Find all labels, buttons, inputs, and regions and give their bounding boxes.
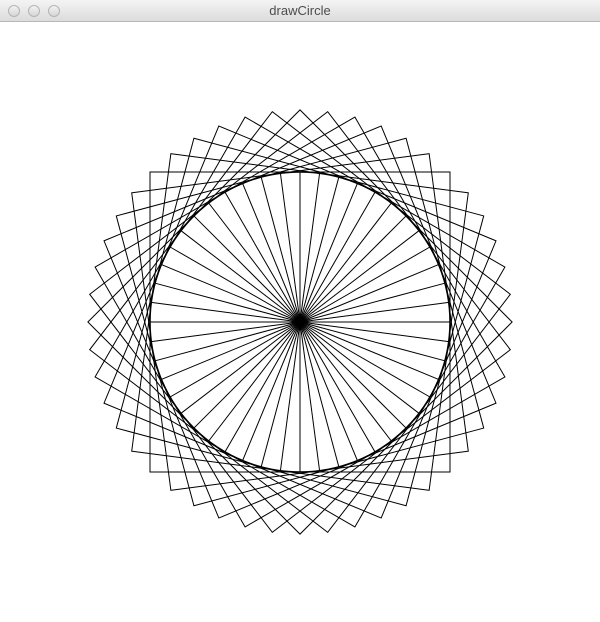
radial-line	[299, 321, 446, 362]
radial-line	[299, 321, 407, 429]
radial-line	[193, 215, 301, 323]
radial-line	[154, 321, 301, 362]
radial-line	[299, 321, 358, 461]
radial-line	[299, 282, 446, 323]
radial-line	[299, 264, 439, 323]
app-window: drawCircle	[0, 0, 600, 622]
radial-line	[299, 191, 376, 323]
drawing-canvas	[0, 22, 600, 622]
radial-line	[242, 321, 301, 461]
radial-line	[154, 282, 301, 323]
radial-line	[169, 246, 301, 323]
radial-line	[260, 321, 301, 468]
radial-line	[299, 321, 340, 468]
title-bar: drawCircle	[0, 0, 600, 22]
radial-line	[169, 321, 301, 398]
radial-lines	[149, 171, 451, 473]
radial-line	[193, 321, 301, 429]
radial-line	[299, 183, 358, 323]
circle-drawing	[0, 22, 600, 622]
radial-line	[161, 264, 301, 323]
radial-line	[299, 321, 376, 453]
radial-line	[224, 321, 301, 453]
radial-line	[260, 176, 301, 323]
radial-line	[299, 321, 439, 380]
radial-line	[299, 321, 431, 398]
radial-line	[242, 183, 301, 323]
radial-line	[299, 246, 431, 323]
radial-line	[161, 321, 301, 380]
window-title: drawCircle	[269, 3, 331, 18]
radial-line	[299, 215, 407, 323]
radial-line	[224, 191, 301, 323]
radial-line	[299, 176, 340, 323]
